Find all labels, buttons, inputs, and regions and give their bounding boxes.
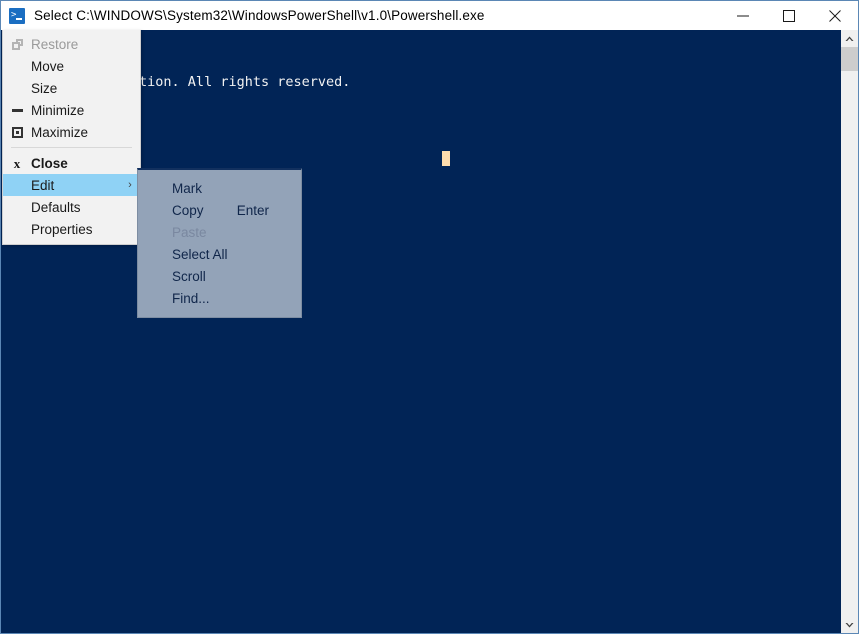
submenu-item-label: Paste [172,225,269,240]
menu-item-label: Restore [31,37,120,52]
scroll-down-icon [845,622,854,628]
menu-item-move[interactable]: Move [3,55,140,77]
selection-block-cursor [442,151,450,166]
edit-submenu[interactable]: Mark Copy Enter Paste Select All Scroll … [137,168,302,318]
submenu-item-accelerator: Enter [237,203,291,218]
menu-item-icon-slot [3,55,31,77]
caption-buttons [720,1,858,30]
menu-item-label: Move [31,59,120,74]
menu-item-maximize[interactable]: Maximize [3,121,140,143]
submenu-item-label: Find... [172,291,269,306]
scroll-up-button[interactable] [841,30,858,47]
close-x-icon: x [3,152,31,174]
maximize-button[interactable] [766,1,812,30]
powershell-icon-underscore [16,18,22,20]
minimize-icon [737,10,749,22]
menu-item-label: Edit [31,178,120,193]
screen: > Select C:\WINDOWS\System32\WindowsPowe… [0,0,859,634]
submenu-item-label: Select All [172,247,269,262]
menu-item-properties[interactable]: Properties [3,218,140,240]
menu-item-label: Maximize [31,125,120,140]
menu-item-label: Close [31,156,120,171]
scroll-up-icon [845,36,854,42]
menu-item-label: Size [31,81,120,96]
scrollbar-thumb[interactable] [841,47,858,71]
submenu-item-mark[interactable]: Mark [138,177,301,199]
menu-separator [11,147,132,148]
menu-item-icon-slot [3,174,31,196]
maximize-icon [783,10,795,22]
submenu-item-label: Scroll [172,269,269,284]
menu-item-label: Properties [31,222,120,237]
submenu-item-copy[interactable]: Copy Enter [138,199,301,221]
menu-item-size[interactable]: Size [3,77,140,99]
menu-item-defaults[interactable]: Defaults [3,196,140,218]
menu-item-edit[interactable]: Edit › [3,174,140,196]
window-title: Select C:\WINDOWS\System32\WindowsPowerS… [34,8,720,23]
scroll-down-button[interactable] [841,616,858,633]
menu-item-label: Minimize [31,103,120,118]
close-icon [829,10,841,22]
menu-item-restore[interactable]: Restore [3,33,140,55]
system-menu[interactable]: Restore Move Size Minimize Maximize [2,30,141,245]
submenu-item-find[interactable]: Find... [138,287,301,309]
powershell-window: > Select C:\WINDOWS\System32\WindowsPowe… [0,0,859,634]
vertical-scrollbar[interactable] [840,30,858,633]
submenu-item-label: Copy [172,203,237,218]
submenu-item-select-all[interactable]: Select All [138,243,301,265]
menu-item-icon-slot [3,77,31,99]
minimize-button[interactable] [720,1,766,30]
menu-item-icon-slot [3,196,31,218]
submenu-item-paste[interactable]: Paste [138,221,301,243]
minimize-icon [3,99,31,121]
menu-item-close[interactable]: x Close [3,152,140,174]
submenu-item-label: Mark [172,181,269,196]
maximize-icon [3,121,31,143]
menu-item-label: Defaults [31,200,120,215]
menu-item-minimize[interactable]: Minimize [3,99,140,121]
title-bar[interactable]: > Select C:\WINDOWS\System32\WindowsPowe… [1,1,858,30]
restore-icon [3,33,31,55]
menu-item-icon-slot [3,218,31,240]
close-button[interactable] [812,1,858,30]
powershell-icon[interactable]: > [9,8,25,24]
submenu-item-scroll[interactable]: Scroll [138,265,301,287]
